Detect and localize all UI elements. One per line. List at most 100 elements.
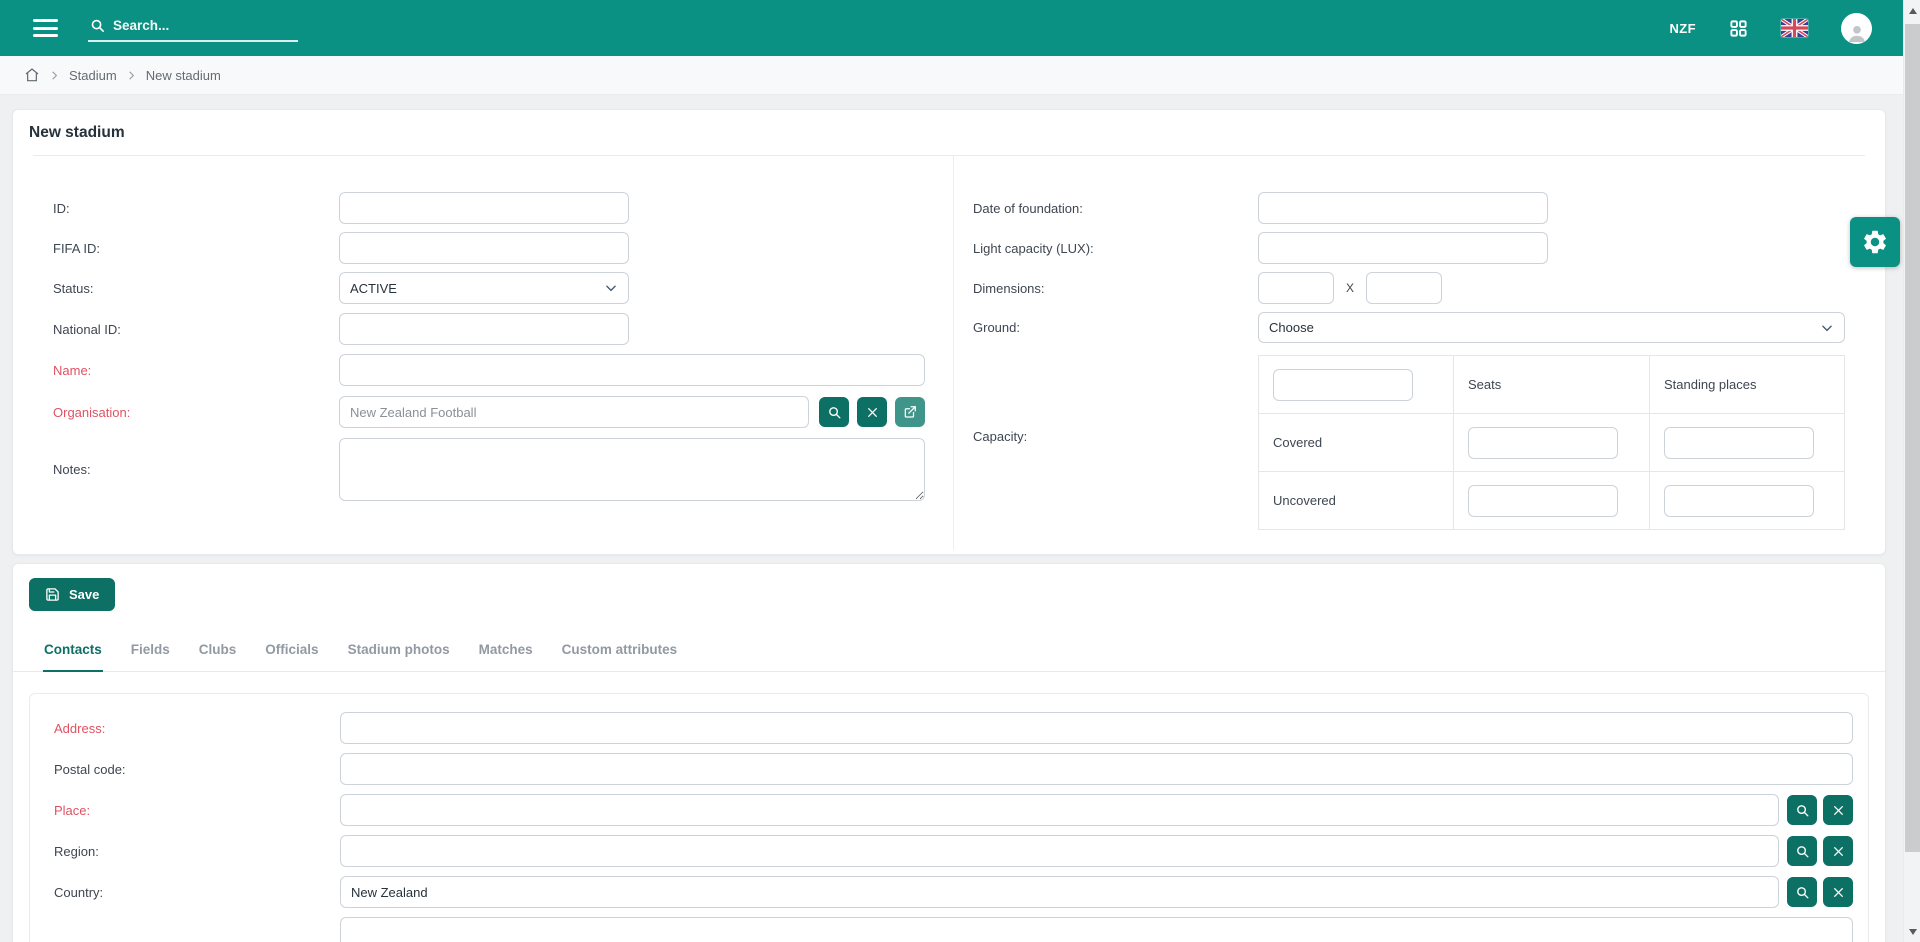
chevron-right-icon: [126, 70, 137, 81]
open-in-new-icon: [903, 405, 917, 419]
date-of-foundation-label: Date of foundation:: [973, 201, 1258, 216]
search-icon: [1795, 803, 1810, 818]
capacity-sector-input[interactable]: [1273, 369, 1413, 401]
breadcrumb-item-stadium[interactable]: Stadium: [69, 68, 117, 83]
region-input[interactable]: [340, 835, 1779, 867]
uncovered-seats-input[interactable]: [1468, 485, 1618, 517]
chevron-down-icon: [604, 281, 618, 295]
date-of-foundation-input[interactable]: [1258, 192, 1548, 224]
place-search-button[interactable]: [1787, 795, 1817, 825]
dimension-width-input[interactable]: [1258, 272, 1334, 304]
capacity-table: Seats Standing places Covered Uncovered: [1258, 355, 1845, 530]
covered-standing-input[interactable]: [1664, 427, 1814, 459]
uncovered-standing-input[interactable]: [1664, 485, 1814, 517]
search-input[interactable]: [113, 18, 296, 33]
address-input[interactable]: [340, 712, 1853, 744]
breadcrumb-item-new-stadium: New stadium: [146, 68, 221, 83]
detail-tabs: Contacts Fields Clubs Officials Stadium …: [13, 642, 1885, 672]
close-icon: [1832, 886, 1845, 899]
country-clear-button[interactable]: [1823, 877, 1853, 907]
breadcrumb: Stadium New stadium: [0, 56, 1920, 95]
stadium-form-card: New stadium ID: FIFA ID: Status: ACTIVE: [12, 109, 1886, 555]
page-scrollbar[interactable]: [1903, 0, 1920, 942]
next-field-input[interactable]: [340, 917, 1853, 942]
top-navigation-bar: NZF: [0, 0, 1920, 56]
gear-icon: [1861, 228, 1889, 256]
ground-select[interactable]: Choose: [1258, 312, 1845, 343]
close-icon: [1832, 845, 1845, 858]
covered-seats-input[interactable]: [1468, 427, 1618, 459]
fifa-id-label: FIFA ID:: [53, 241, 339, 256]
save-button[interactable]: Save: [29, 578, 115, 611]
place-label: Place:: [54, 803, 340, 818]
tab-matches[interactable]: Matches: [478, 642, 534, 672]
form-right-column: Date of foundation: Light capacity (LUX)…: [954, 156, 1885, 550]
tab-clubs[interactable]: Clubs: [198, 642, 238, 672]
topbar-right-cluster: NZF: [1670, 13, 1872, 44]
search-icon: [1795, 885, 1810, 900]
id-label: ID:: [53, 201, 339, 216]
region-clear-button[interactable]: [1823, 836, 1853, 866]
settings-flyout-button[interactable]: [1850, 217, 1900, 267]
organisation-clear-button[interactable]: [857, 397, 887, 427]
organisation-open-button[interactable]: [895, 397, 925, 427]
hamburger-menu-icon[interactable]: [33, 15, 58, 42]
capacity-col-standing: Standing places: [1650, 356, 1845, 414]
contacts-tab-panel: Address: Postal code: Place:: [29, 693, 1869, 942]
close-icon: [866, 406, 879, 419]
place-clear-button[interactable]: [1823, 795, 1853, 825]
postal-code-label: Postal code:: [54, 762, 340, 777]
national-id-input[interactable]: [339, 313, 629, 345]
scrollbar-thumb[interactable]: [1905, 24, 1920, 852]
region-search-button[interactable]: [1787, 836, 1817, 866]
search-icon: [90, 18, 105, 33]
tab-custom-attributes[interactable]: Custom attributes: [561, 642, 679, 672]
id-input[interactable]: [339, 192, 629, 224]
status-select[interactable]: ACTIVE: [339, 272, 629, 304]
tab-stadium-photos[interactable]: Stadium photos: [347, 642, 451, 672]
name-input[interactable]: [339, 354, 925, 386]
organisation-search-button[interactable]: [819, 397, 849, 427]
capacity-row-covered-label: Covered: [1259, 414, 1454, 472]
close-icon: [1832, 804, 1845, 817]
tab-officials[interactable]: Officials: [264, 642, 319, 672]
place-input[interactable]: [340, 794, 1779, 826]
notes-textarea[interactable]: [339, 438, 925, 501]
save-icon: [45, 587, 60, 602]
ground-selected-value: Choose: [1269, 320, 1314, 335]
postal-code-input[interactable]: [340, 753, 1853, 785]
notes-label: Notes:: [53, 462, 339, 477]
country-search-button[interactable]: [1787, 877, 1817, 907]
global-search: [88, 14, 298, 42]
chevron-right-icon: [49, 70, 60, 81]
status-selected-value: ACTIVE: [350, 281, 397, 296]
country-input[interactable]: [340, 876, 1779, 908]
apps-grid-icon[interactable]: [1729, 19, 1748, 38]
national-id-label: National ID:: [53, 322, 339, 337]
organisation-input[interactable]: [339, 396, 809, 428]
scrollbar-up-arrow[interactable]: [1904, 2, 1920, 19]
language-flag-uk-icon[interactable]: [1781, 19, 1808, 37]
capacity-label: Capacity:: [973, 429, 1258, 444]
form-left-column: ID: FIFA ID: Status: ACTIVE National ID:: [13, 156, 954, 550]
country-label: Country:: [54, 885, 340, 900]
chevron-down-icon: [1820, 321, 1834, 335]
details-section-card: Save Contacts Fields Clubs Officials Sta…: [12, 563, 1886, 942]
home-icon[interactable]: [24, 67, 40, 83]
page-title: New stadium: [13, 110, 1885, 155]
name-label: Name:: [53, 363, 339, 378]
fifa-id-input[interactable]: [339, 232, 629, 264]
tab-contacts[interactable]: Contacts: [43, 642, 103, 672]
user-avatar[interactable]: [1841, 13, 1872, 44]
light-capacity-label: Light capacity (LUX):: [973, 241, 1258, 256]
organisation-code-badge[interactable]: NZF: [1670, 21, 1696, 36]
ground-label: Ground:: [973, 320, 1258, 335]
light-capacity-input[interactable]: [1258, 232, 1548, 264]
save-button-label: Save: [69, 587, 99, 602]
scrollbar-down-arrow[interactable]: [1904, 923, 1920, 940]
tab-fields[interactable]: Fields: [130, 642, 171, 672]
dimension-length-input[interactable]: [1366, 272, 1442, 304]
search-icon: [827, 405, 842, 420]
capacity-uncovered-row: Uncovered: [1259, 472, 1845, 530]
organisation-label: Organisation:: [53, 405, 339, 420]
